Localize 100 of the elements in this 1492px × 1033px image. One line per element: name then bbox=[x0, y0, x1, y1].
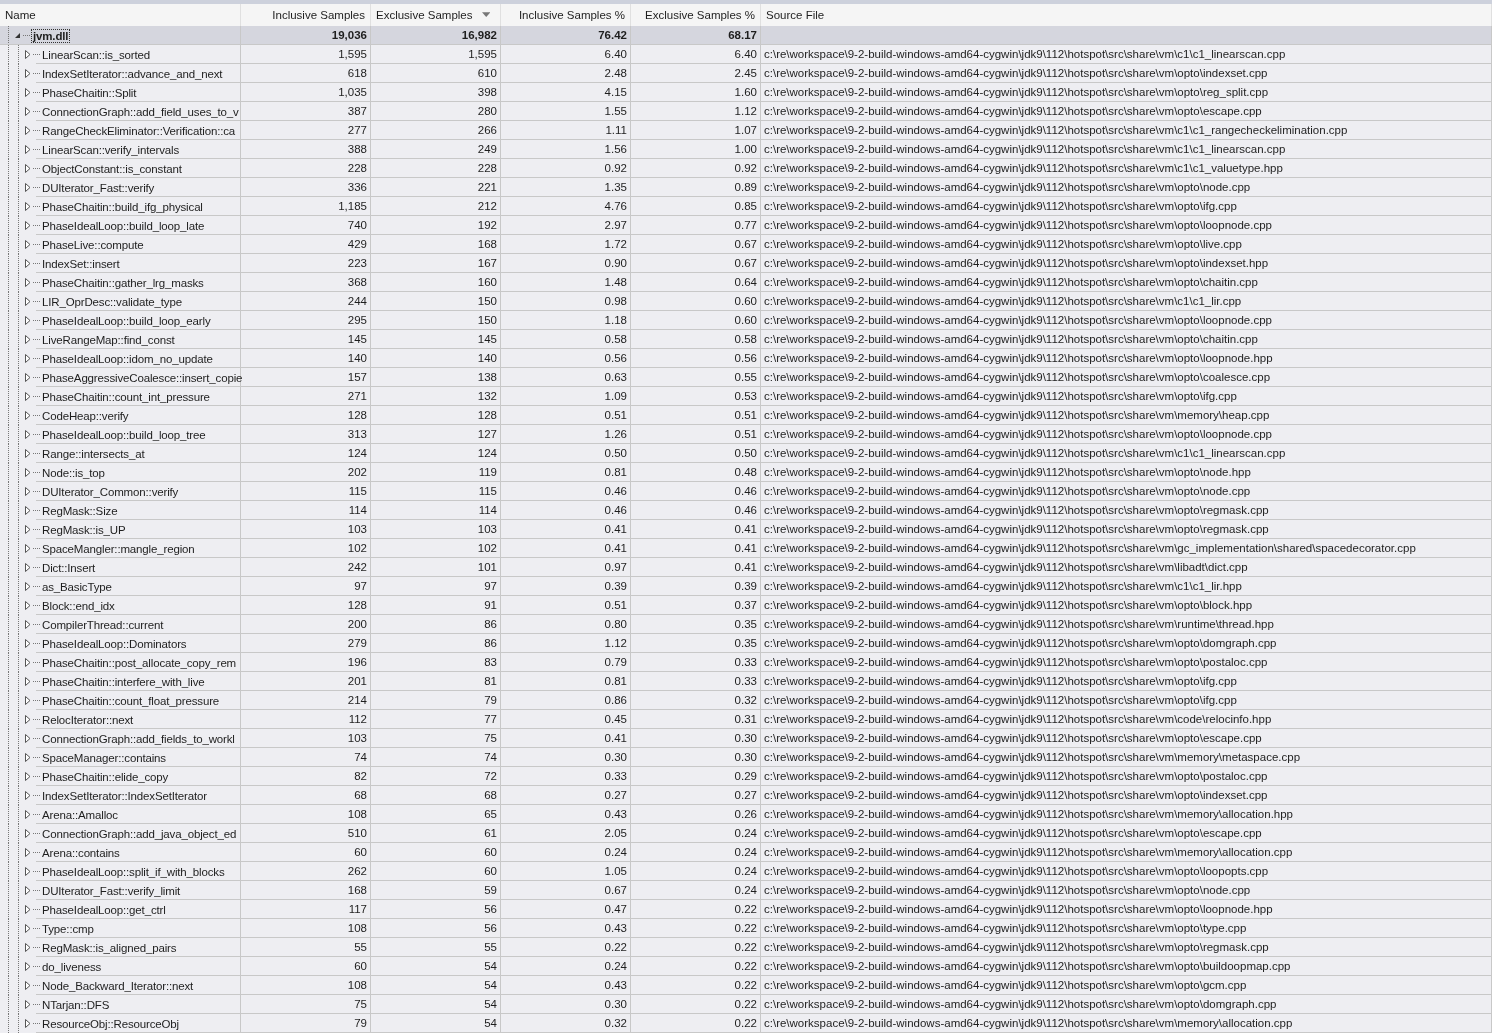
table-row[interactable]: SpaceManager::contains 74 74 0.30 0.30 c:\re\workspace\9-2-build-windows-amd64-cygwin\jdk9\112\hotspot\src\share\vm\memory\metaspace.cpp bbox=[0, 748, 1492, 767]
function-name[interactable]: PhaseIdealLoop::Dominators bbox=[42, 637, 187, 650]
collapsed-triangle-icon[interactable] bbox=[23, 392, 32, 401]
collapsed-triangle-icon[interactable] bbox=[23, 677, 32, 686]
collapsed-triangle-icon[interactable] bbox=[23, 772, 32, 781]
collapsed-triangle-icon[interactable] bbox=[23, 107, 32, 116]
table-row[interactable]: ConnectionGraph::add_field_uses_to_v 387 280 1.55 1.12 c:\re\workspace\9-2-build-windows-amd64-cygwin\jdk9\112\hotspot\src\share\vm\opto\escape.cpp bbox=[0, 102, 1492, 121]
table-row[interactable]: Node_Backward_Iterator::next 108 54 0.43 0.22 c:\re\workspace\9-2-build-windows-amd64-cygwin\jdk9\112\hotspot\src\share\vm\opto\gcm.cpp bbox=[0, 976, 1492, 995]
table-row[interactable]: PhaseChaitin::build_ifg_physical 1,185 212 4.76 0.85 c:\re\workspace\9-2-build-windows-amd64-cygwin\jdk9\112\hotspot\src\share\vm\opto\ifg.cpp bbox=[0, 197, 1492, 216]
collapsed-triangle-icon[interactable] bbox=[23, 487, 32, 496]
function-name[interactable]: PhaseChaitin::gather_lrg_masks bbox=[42, 276, 204, 289]
table-row[interactable]: RegMask::is_aligned_pairs 55 55 0.22 0.22 c:\re\workspace\9-2-build-windows-amd64-cygwin\jdk9\112\hotspot\src\share\vm\opto\regmask.cpp bbox=[0, 938, 1492, 957]
table-row[interactable]: as_BasicType 97 97 0.39 0.39 c:\re\workspace\9-2-build-windows-amd64-cygwin\jdk9\112\hotspot\src\share\vm\c1\c1_lir.hpp bbox=[0, 577, 1492, 596]
table-row[interactable]: Arena::contains 60 60 0.24 0.24 c:\re\workspace\9-2-build-windows-amd64-cygwin\jdk9\112\hotspot\src\share\vm\memory\allocation.cpp bbox=[0, 843, 1492, 862]
table-row[interactable]: PhaseIdealLoop::build_loop_early 295 150 1.18 0.60 c:\re\workspace\9-2-build-windows-amd64-cygwin\jdk9\112\hotspot\src\share\vm\opto\loopnode.cpp bbox=[0, 311, 1492, 330]
table-row[interactable]: PhaseAggressiveCoalesce::insert_copie 157 138 0.63 0.55 c:\re\workspace\9-2-build-windows-amd64-cygwin\jdk9\112\hotspot\src\share\vm\opto\coalesce.cpp bbox=[0, 368, 1492, 387]
collapsed-triangle-icon[interactable] bbox=[23, 145, 32, 154]
table-row[interactable]: do_liveness 60 54 0.24 0.22 c:\re\workspace\9-2-build-windows-amd64-cygwin\jdk9\112\hotspot\src\share\vm\opto\buildoopmap.cpp bbox=[0, 957, 1492, 976]
collapsed-triangle-icon[interactable] bbox=[23, 126, 32, 135]
function-name[interactable]: LinearScan::verify_intervals bbox=[42, 143, 180, 156]
expanded-triangle-icon[interactable] bbox=[13, 31, 22, 40]
table-row[interactable]: PhaseChaitin::gather_lrg_masks 368 160 1.48 0.64 c:\re\workspace\9-2-build-windows-amd64-cygwin\jdk9\112\hotspot\src\share\vm\opto\chaitin.cpp bbox=[0, 273, 1492, 292]
collapsed-triangle-icon[interactable] bbox=[23, 620, 32, 629]
function-name[interactable]: PhaseChaitin::build_ifg_physical bbox=[42, 200, 203, 213]
table-row[interactable]: PhaseIdealLoop::Dominators 279 86 1.12 0.35 c:\re\workspace\9-2-build-windows-amd64-cygwin\jdk9\112\hotspot\src\share\vm\opto\domgraph.cpp bbox=[0, 634, 1492, 653]
table-row[interactable]: Node::is_top 202 119 0.81 0.48 c:\re\workspace\9-2-build-windows-amd64-cygwin\jdk9\112\hotspot\src\share\vm\opto\node.hpp bbox=[0, 463, 1492, 482]
collapsed-triangle-icon[interactable] bbox=[23, 943, 32, 952]
collapsed-triangle-icon[interactable] bbox=[23, 962, 32, 971]
table-row[interactable]: jvm.dll 19,036 16,982 76.42 68.17 bbox=[0, 26, 1492, 45]
function-name[interactable]: IndexSetIterator::advance_and_next bbox=[42, 67, 223, 80]
table-row[interactable]: PhaseIdealLoop::build_loop_tree 313 127 1.26 0.51 c:\re\workspace\9-2-build-windows-amd64-cygwin\jdk9\112\hotspot\src\share\vm\opto\loopnode.cpp bbox=[0, 425, 1492, 444]
function-name[interactable]: DUIterator_Common::verify bbox=[42, 485, 179, 498]
collapsed-triangle-icon[interactable] bbox=[23, 1019, 32, 1028]
collapsed-triangle-icon[interactable] bbox=[23, 240, 32, 249]
function-name[interactable]: ConnectionGraph::add_java_object_ed bbox=[42, 827, 237, 840]
collapsed-triangle-icon[interactable] bbox=[23, 69, 32, 78]
collapsed-triangle-icon[interactable] bbox=[23, 829, 32, 838]
table-row[interactable]: PhaseChaitin::post_allocate_copy_rem 196 83 0.79 0.33 c:\re\workspace\9-2-build-windows-amd64-cygwin\jdk9\112\hotspot\src\share\vm\opto\postaloc.cpp bbox=[0, 653, 1492, 672]
function-name[interactable]: CodeHeap::verify bbox=[42, 409, 129, 422]
function-name[interactable]: PhaseIdealLoop::build_loop_tree bbox=[42, 428, 206, 441]
function-name[interactable]: PhaseChaitin::Split bbox=[42, 86, 137, 99]
collapsed-triangle-icon[interactable] bbox=[23, 525, 32, 534]
table-row[interactable]: CompilerThread::current 200 86 0.80 0.35 c:\re\workspace\9-2-build-windows-amd64-cygwin\jdk9\112\hotspot\src\share\vm\runtime\thread.hpp bbox=[0, 615, 1492, 634]
function-name[interactable]: LiveRangeMap::find_const bbox=[42, 333, 175, 346]
function-name[interactable]: PhaseIdealLoop::build_loop_late bbox=[42, 219, 205, 232]
function-name[interactable]: Type::cmp bbox=[42, 922, 94, 935]
function-name[interactable]: PhaseLive::compute bbox=[42, 238, 144, 251]
table-row[interactable]: PhaseChaitin::interfere_with_live 201 81 0.81 0.33 c:\re\workspace\9-2-build-windows-amd64-cygwin\jdk9\112\hotspot\src\share\vm\opto\ifg.cpp bbox=[0, 672, 1492, 691]
table-row[interactable]: LinearScan::is_sorted 1,595 1,595 6.40 6.40 c:\re\workspace\9-2-build-windows-amd64-cygwin\jdk9\112\hotspot\src\share\vm\c1\c1_linearscan.cpp bbox=[0, 45, 1492, 64]
collapsed-triangle-icon[interactable] bbox=[23, 202, 32, 211]
table-row[interactable]: RelocIterator::next 112 77 0.45 0.31 c:\re\workspace\9-2-build-windows-amd64-cygwin\jdk9\112\hotspot\src\share\vm\code\relocinfo.hpp bbox=[0, 710, 1492, 729]
collapsed-triangle-icon[interactable] bbox=[23, 354, 32, 363]
table-row[interactable]: LiveRangeMap::find_const 145 145 0.58 0.58 c:\re\workspace\9-2-build-windows-amd64-cygwin\jdk9\112\hotspot\src\share\vm\opto\chaitin.cpp bbox=[0, 330, 1492, 349]
table-row[interactable]: ConnectionGraph::add_java_object_ed 510 61 2.05 0.24 c:\re\workspace\9-2-build-windows-amd64-cygwin\jdk9\112\hotspot\src\share\vm\opto\escape.cpp bbox=[0, 824, 1492, 843]
collapsed-triangle-icon[interactable] bbox=[23, 278, 32, 287]
table-row[interactable]: IndexSetIterator::advance_and_next 618 610 2.48 2.45 c:\re\workspace\9-2-build-windows-amd64-cygwin\jdk9\112\hotspot\src\share\vm\opto\indexset.cpp bbox=[0, 64, 1492, 83]
table-row[interactable]: Dict::Insert 242 101 0.97 0.41 c:\re\workspace\9-2-build-windows-amd64-cygwin\jdk9\112\hotspot\src\share\vm\libadt\dict.cpp bbox=[0, 558, 1492, 577]
collapsed-triangle-icon[interactable] bbox=[23, 886, 32, 895]
function-name[interactable]: Dict::Insert bbox=[42, 561, 96, 574]
collapsed-triangle-icon[interactable] bbox=[23, 791, 32, 800]
collapsed-triangle-icon[interactable] bbox=[23, 563, 32, 572]
collapsed-triangle-icon[interactable] bbox=[23, 221, 32, 230]
collapsed-triangle-icon[interactable] bbox=[23, 734, 32, 743]
table-row[interactable]: ResourceObj::ResourceObj 79 54 0.32 0.22 c:\re\workspace\9-2-build-windows-amd64-cygwin\jdk9\112\hotspot\src\share\vm\memory\allocation.cpp bbox=[0, 1014, 1492, 1033]
collapsed-triangle-icon[interactable] bbox=[23, 316, 32, 325]
table-row[interactable]: PhaseIdealLoop::split_if_with_blocks 262 60 1.05 0.24 c:\re\workspace\9-2-build-windows-amd64-cygwin\jdk9\112\hotspot\src\share\vm\opto\loopopts.cpp bbox=[0, 862, 1492, 881]
function-name[interactable]: IndexSet::insert bbox=[42, 257, 120, 270]
collapsed-triangle-icon[interactable] bbox=[23, 373, 32, 382]
function-name[interactable]: LinearScan::is_sorted bbox=[42, 48, 151, 61]
function-name[interactable]: PhaseChaitin::interfere_with_live bbox=[42, 675, 205, 688]
table-row[interactable]: DUIterator_Common::verify 115 115 0.46 0.46 c:\re\workspace\9-2-build-windows-amd64-cygwin\jdk9\112\hotspot\src\share\vm\opto\node.cpp bbox=[0, 482, 1492, 501]
function-name[interactable]: IndexSetIterator::IndexSetIterator bbox=[42, 789, 207, 802]
function-name[interactable]: NTarjan::DFS bbox=[42, 998, 110, 1011]
function-name[interactable]: CompilerThread::current bbox=[42, 618, 164, 631]
table-row[interactable]: PhaseChaitin::elide_copy 82 72 0.33 0.29 c:\re\workspace\9-2-build-windows-amd64-cygwin\jdk9\112\hotspot\src\share\vm\opto\postaloc.cpp bbox=[0, 767, 1492, 786]
function-name[interactable]: DUIterator_Fast::verify bbox=[42, 181, 155, 194]
collapsed-triangle-icon[interactable] bbox=[23, 506, 32, 515]
table-row[interactable]: NTarjan::DFS 75 54 0.30 0.22 c:\re\workspace\9-2-build-windows-amd64-cygwin\jdk9\112\hotspot\src\share\vm\opto\domgraph.cpp bbox=[0, 995, 1492, 1014]
table-row[interactable]: ConnectionGraph::add_fields_to_workl 103 75 0.41 0.30 c:\re\workspace\9-2-build-windows-amd64-cygwin\jdk9\112\hotspot\src\share\vm\opto\escape.cpp bbox=[0, 729, 1492, 748]
collapsed-triangle-icon[interactable] bbox=[23, 468, 32, 477]
table-row[interactable]: Block::end_idx 128 91 0.51 0.37 c:\re\workspace\9-2-build-windows-amd64-cygwin\jdk9\112\hotspot\src\share\vm\opto\block.hpp bbox=[0, 596, 1492, 615]
table-row[interactable]: IndexSetIterator::IndexSetIterator 68 68 0.27 0.27 c:\re\workspace\9-2-build-windows-amd64-cygwin\jdk9\112\hotspot\src\share\vm\opto\indexset.cpp bbox=[0, 786, 1492, 805]
function-name[interactable]: PhaseAggressiveCoalesce::insert_copie bbox=[42, 371, 243, 384]
table-row[interactable]: Arena::Amalloc 108 65 0.43 0.26 c:\re\workspace\9-2-build-windows-amd64-cygwin\jdk9\112\hotspot\src\share\vm\memory\allocation.hpp bbox=[0, 805, 1492, 824]
collapsed-triangle-icon[interactable] bbox=[23, 430, 32, 439]
collapsed-triangle-icon[interactable] bbox=[23, 715, 32, 724]
collapsed-triangle-icon[interactable] bbox=[23, 335, 32, 344]
function-name[interactable]: Range::intersects_at bbox=[42, 447, 145, 460]
collapsed-triangle-icon[interactable] bbox=[23, 183, 32, 192]
function-name[interactable]: ResourceObj::ResourceObj bbox=[42, 1017, 180, 1030]
table-row[interactable]: CodeHeap::verify 128 128 0.51 0.51 c:\re\workspace\9-2-build-windows-amd64-cygwin\jdk9\112\hotspot\src\share\vm\memory\heap.cpp bbox=[0, 406, 1492, 425]
function-name[interactable]: SpaceManager::contains bbox=[42, 751, 166, 764]
function-name[interactable]: LIR_OprDesc::validate_type bbox=[42, 295, 182, 308]
collapsed-triangle-icon[interactable] bbox=[23, 810, 32, 819]
function-name[interactable]: RegMask::is_UP bbox=[42, 523, 126, 536]
collapsed-triangle-icon[interactable] bbox=[23, 753, 32, 762]
collapsed-triangle-icon[interactable] bbox=[23, 297, 32, 306]
function-name[interactable]: PhaseChaitin::elide_copy bbox=[42, 770, 169, 783]
table-row[interactable]: PhaseChaitin::count_int_pressure 271 132 1.09 0.53 c:\re\workspace\9-2-build-windows-amd64-cygwin\jdk9\112\hotspot\src\share\vm\opto\ifg.cpp bbox=[0, 387, 1492, 406]
function-name[interactable]: Arena::contains bbox=[42, 846, 120, 859]
